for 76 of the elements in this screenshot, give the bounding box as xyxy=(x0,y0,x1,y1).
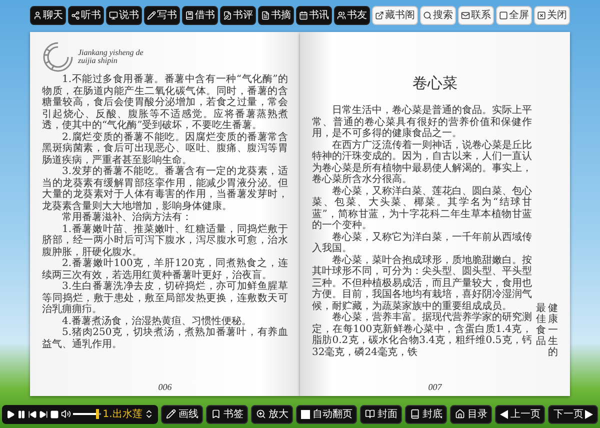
paragraph: 3.发芽的番薯不能吃。番薯含有一定的龙葵素，适当的龙葵素有缓解胃部痉挛作用，能减少胃液分泌。但大量的龙葵素对于人体有毒害的作用，当番薯发芽时，龙葵素含量则大大地增加，影响身体健康。 xyxy=(42,166,288,212)
toolbar-button[interactable]: 藏书阁 xyxy=(372,6,418,24)
paragraph: 卷心菜，又称它为洋白菜，一千年前从西域传入我国。 xyxy=(312,232,532,254)
pencil-icon xyxy=(147,10,156,20)
home-icon xyxy=(455,409,466,419)
toolbar-button[interactable]: 聊天 xyxy=(30,6,66,24)
calendar-icon xyxy=(299,10,308,20)
paragraph: 常用番薯滋补、治病方法有： xyxy=(62,212,192,224)
paragraph: 日常生活中，卷心菜是普通的食品。实际上平常、普通的卷心菜具有很好的营养价值和保健作用，是不可多得的健康食品之一。 xyxy=(312,105,532,140)
chapter-title: 卷心菜 xyxy=(412,74,458,93)
external-link-icon xyxy=(375,10,384,20)
mail-icon xyxy=(461,10,470,20)
paragraph: 1.不能过多食用番薯。番薯中含有一种“气化酶”的物质，在肠道内能产生二氧化碳气体。同时，番薯的含糖量较高，食后会使胃酸分泌增加，若食之过量，常会引起烧心、反酸、腹胀等不适感觉。应将番薯蒸熟煮透，使其中的“气化酶”受到破坏，不要吃生番薯。 xyxy=(42,74,288,132)
paragraph: 2.番薯嫩叶100克，羊肝120克，同煮熟食之，连续两三次有效，若选用红黄种番薯叶更好，治夜盲。 xyxy=(42,258,288,280)
book-icon xyxy=(410,409,420,419)
toolbar-button[interactable]: 画线 xyxy=(161,404,204,424)
logo-text: Jiankang yisheng de zuijia shipin xyxy=(78,49,144,65)
share-icon xyxy=(71,10,80,20)
toolbar-button[interactable]: 书友 xyxy=(334,6,370,24)
toolbar-button[interactable]: 封面 xyxy=(360,404,402,424)
stop-icon[interactable] xyxy=(50,410,59,418)
up-down-arrows-icon[interactable] xyxy=(144,409,154,419)
zoom-in-icon xyxy=(256,409,266,419)
volume-icon xyxy=(60,409,71,419)
toolbar-button[interactable]: 书摘 xyxy=(258,6,294,24)
square-icon xyxy=(499,10,508,20)
document-icon xyxy=(261,10,270,20)
vertical-caption: 最佳食品 xyxy=(536,303,546,349)
auto-page-turn-checkbox[interactable]: 自动翻页 xyxy=(296,404,358,424)
toolbar-button[interactable]: 书签 xyxy=(206,404,248,424)
toolbar-button[interactable]: 书评 xyxy=(220,6,256,24)
next-page-button[interactable]: 下一页 xyxy=(548,404,598,424)
bookmark-icon xyxy=(211,409,222,419)
toolbar-button[interactable]: 搜索 xyxy=(420,6,456,24)
volume-thumb[interactable] xyxy=(96,409,99,419)
paragraph: 4.番薯煮汤食，治湿热黄疸、习惯性便秘。 xyxy=(61,316,253,326)
track-name: 1.出水莲 xyxy=(102,408,142,421)
left-triangle-icon xyxy=(500,410,508,418)
toolbar-button[interactable]: 说书 xyxy=(106,6,142,24)
paragraph: 5.猪肉250克，切块煮汤，煮熟加番薯叶，有养血益气、通乳作用。 xyxy=(42,327,288,350)
toolbar-button[interactable]: 放大 xyxy=(251,404,294,424)
toolbar-button[interactable]: 书讯 xyxy=(296,6,332,24)
toolbar-button[interactable]: 关闭 xyxy=(534,6,570,24)
book-icon xyxy=(365,409,376,419)
monitor-icon xyxy=(109,10,118,20)
user-icon xyxy=(33,10,42,20)
next-track-icon[interactable] xyxy=(38,410,48,418)
toolbar-button[interactable]: 目录 xyxy=(450,404,492,424)
toolbar-button[interactable]: 全屏 xyxy=(496,6,532,24)
play-icon[interactable] xyxy=(6,410,15,418)
pause-icon[interactable] xyxy=(16,410,26,418)
previous-page-button[interactable]: 上一页 xyxy=(495,404,546,424)
right-triangle-icon xyxy=(585,410,594,418)
page-number: 007 xyxy=(428,382,442,392)
toolbar-button[interactable]: 借书 xyxy=(182,6,218,24)
checkbox-icon xyxy=(301,410,310,418)
search-icon xyxy=(423,10,432,20)
book-icon xyxy=(185,10,194,20)
paragraph: 卷心菜，菜叶合抱成球形，质地脆甜嫩白。按其叶球形不同，可分为：尖头型、圆头型、平头型三种。不但种植极易成活，而且产量较大，食用也方便。目前，我国各地均有栽培，喜好阴冷湿润气候，耐贮藏，为蔬菜家族中的重要组成成员。 xyxy=(312,254,532,312)
close-icon xyxy=(537,10,546,20)
vertical-caption: 健康一生的 xyxy=(548,303,558,358)
page-number: 006 xyxy=(158,382,172,392)
pencil-icon xyxy=(166,409,176,419)
edit-icon xyxy=(223,10,232,20)
toolbar-button[interactable]: 听书 xyxy=(68,6,104,24)
paragraph: 卷心菜，营养丰富。据现代营养学家的研究测定，在每100克新鲜卷心菜中，含蛋白质1.4克，脂肪0.2克，碳水化合物3.4克，粗纤维0.5克，钙32毫克，磷24毫克，铁 xyxy=(312,312,532,358)
toolbar-button[interactable]: 联系 xyxy=(458,6,494,24)
paragraph: 在西方广泛流传着一则神话，说卷心菜是丘比特神的汗珠变成的。因为，自古以来，人们一直认为卷心菜是所有植物中最易使人解渴的。事实上，卷心菜所含水分很高。 xyxy=(312,140,532,186)
paragraph: 3.生白番薯洗净去皮，切碎捣烂，亦可加鲜鱼腥草等同捣烂，敷于患处，敷至局部发热更换，连敷数天可治乳痈痈疖。 xyxy=(42,281,288,316)
paragraph: 1.番薯嫩叶苗、推菜嫩叶、红糖适量，同捣烂敷于脐部，经一两小时后可泻下腹水，泻尽腹水可愈，治水腹肿胀，肝硬化腹水。 xyxy=(42,224,288,258)
previous-track-icon[interactable] xyxy=(28,410,37,418)
toolbar-button[interactable]: 写书 xyxy=(144,6,180,24)
paragraph: 卷心菜，又称洋白菜、莲花白、圆白菜、包心菜、包菜、大头菜、椰菜。其学名为“结球甘蓝”，简称甘蓝，为十字花科二年生草本植物甘蓝的一个变种。 xyxy=(312,186,532,232)
users-icon xyxy=(337,10,346,20)
toolbar-button[interactable]: 封底 xyxy=(405,404,448,424)
paragraph: 2.腐烂变质的番薯不能吃。因腐烂变质的番薯常含黑斑病菌素，食后可出现恶心、呕吐、腹痛、腹泻等胃肠道疾病，严重者甚至影响生命。 xyxy=(42,132,288,166)
